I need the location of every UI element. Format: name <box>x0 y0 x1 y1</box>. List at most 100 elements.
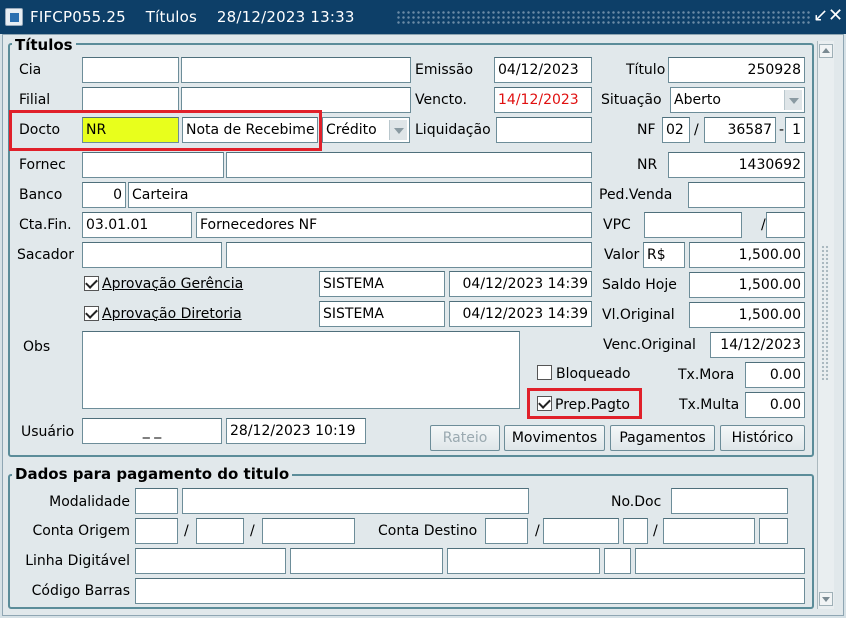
scroll-down-icon[interactable] <box>819 592 833 606</box>
vl-original-field: 1,500.00 <box>689 302 805 328</box>
prep-pagto-label[interactable]: Prep.Pagto <box>555 395 630 415</box>
cta-fin-code-field[interactable]: 03.01.01 <box>82 212 192 238</box>
vl-original-label: Vl.Original <box>602 307 675 323</box>
aprov-diretoria-checkbox[interactable] <box>84 306 99 321</box>
situacao-value: Aberto <box>674 92 721 108</box>
vpc-label: VPC <box>603 217 631 233</box>
docto-type-select[interactable]: Crédito <box>322 117 410 143</box>
docto-code-field[interactable]: NR <box>82 117 179 143</box>
ped-venda-field[interactable] <box>688 182 805 208</box>
banco-label: Banco <box>19 187 63 203</box>
nr-field[interactable]: 1430692 <box>668 152 805 178</box>
window-datetime: 28/12/2023 13:33 <box>216 8 355 26</box>
cta-fin-name-field: Fornecedores NF <box>196 212 592 238</box>
conta-destino-conta-field[interactable] <box>663 518 755 544</box>
aprov-diretoria-user: SISTEMA <box>319 301 445 327</box>
linha-digitavel-field-5[interactable] <box>635 548 805 574</box>
fornec-code-field[interactable] <box>82 152 224 178</box>
sacador-code-field[interactable] <box>82 242 222 268</box>
minimize-icon[interactable]: ↙ <box>813 6 828 26</box>
scroll-up-icon[interactable] <box>819 44 833 58</box>
module-name: Títulos <box>145 8 198 26</box>
linha-digitavel-field-4[interactable] <box>604 548 631 574</box>
chevron-down-icon[interactable] <box>389 120 407 140</box>
linha-digitavel-field-1[interactable] <box>135 548 286 574</box>
sacador-name-field[interactable] <box>226 242 592 268</box>
usuario-label: Usuário <box>21 424 75 440</box>
conta-origem-agencia-field[interactable] <box>196 518 244 544</box>
fornec-name-field[interactable] <box>226 152 592 178</box>
no-doc-field[interactable] <box>671 488 788 514</box>
liquidacao-field[interactable] <box>496 117 592 143</box>
resize-grip[interactable] <box>821 245 829 380</box>
conta-destino-conta-dv-field[interactable] <box>759 518 788 544</box>
nf-numero-field[interactable]: 36587 <box>704 117 776 143</box>
saldo-hoje-field: 1,500.00 <box>689 272 805 298</box>
titulo-field[interactable]: 250928 <box>668 57 805 83</box>
valor-field[interactable]: 1,500.00 <box>689 242 805 268</box>
window-titlebar: FIFCP055.25 Títulos 28/12/2023 13:33 ↙ ✕ <box>0 0 846 34</box>
nf-parcela-field[interactable]: 1 <box>785 117 805 143</box>
modalidade-desc-field <box>182 488 529 514</box>
bloqueado-label[interactable]: Bloqueado <box>556 364 630 384</box>
linha-digitavel-field-3[interactable] <box>447 548 600 574</box>
cta-fin-label: Cta.Fin. <box>19 217 72 233</box>
titulos-group-label: Títulos <box>12 37 76 53</box>
aprov-diretoria-date: 04/12/2023 14:39 <box>449 301 592 327</box>
banco-code-field[interactable]: 0 <box>82 182 126 208</box>
linha-digitavel-label: Linha Digitável <box>25 553 130 569</box>
conta-destino-label: Conta Destino <box>378 523 478 539</box>
rateio-button[interactable]: Rateio <box>430 425 500 451</box>
conta-destino-agencia-dv-field[interactable] <box>623 518 648 544</box>
prep-pagto-checkbox[interactable] <box>537 396 552 411</box>
valor-currency-field: R$ <box>643 242 685 268</box>
filial-name-field[interactable] <box>181 87 411 113</box>
cia-name-field[interactable] <box>181 57 411 83</box>
vpc-field-2[interactable] <box>766 212 805 238</box>
nf-label: NF <box>637 122 656 138</box>
movimentos-button[interactable]: Movimentos <box>504 425 605 451</box>
aprov-diretoria-label[interactable]: Aprovação Diretoria <box>102 304 242 324</box>
titulo-label: Título <box>626 62 666 78</box>
aprov-gerencia-checkbox[interactable] <box>84 276 99 291</box>
aprov-gerencia-date: 04/12/2023 14:39 <box>449 271 592 297</box>
tx-mora-label: Tx.Mora <box>678 367 735 383</box>
codigo-barras-label: Código Barras <box>31 583 130 599</box>
vencto-field[interactable]: 14/12/2023 <box>494 87 592 113</box>
filial-label: Filial <box>19 92 51 108</box>
app-icon <box>5 8 23 26</box>
bloqueado-checkbox[interactable] <box>537 365 552 380</box>
situacao-select[interactable]: Aberto <box>670 87 805 113</box>
conta-origem-banco-field[interactable] <box>135 518 178 544</box>
conta-destino-agencia-field[interactable] <box>543 518 619 544</box>
cia-code-field[interactable] <box>82 57 179 83</box>
form-code: FIFCP055.25 <box>30 8 126 26</box>
ped-venda-label: Ped.Venda <box>599 187 673 203</box>
docto-desc-field: Nota de Recebime <box>182 117 318 143</box>
vpc-field-1[interactable] <box>644 212 742 238</box>
filial-code-field[interactable] <box>82 87 179 113</box>
tx-mora-field[interactable]: 0.00 <box>745 362 805 388</box>
modalidade-code-field[interactable] <box>135 488 178 514</box>
nf-serie-field[interactable]: 02 <box>662 117 690 143</box>
emissao-field[interactable]: 04/12/2023 <box>494 57 592 83</box>
codigo-barras-field[interactable] <box>135 578 805 604</box>
linha-digitavel-field-2[interactable] <box>290 548 443 574</box>
conta-destino-banco-field[interactable] <box>485 518 528 544</box>
aprov-gerencia-label[interactable]: Aprovação Gerência <box>102 274 243 294</box>
conta-destino-sep-2: / <box>653 523 658 539</box>
titlebar-pattern <box>396 10 810 24</box>
obs-textarea[interactable] <box>82 331 520 409</box>
chevron-down-icon[interactable] <box>784 90 802 110</box>
sacador-label: Sacador <box>17 247 74 263</box>
tx-multa-field[interactable]: 0.00 <box>745 392 805 418</box>
historico-button[interactable]: Histórico <box>720 425 805 451</box>
conta-origem-conta-field[interactable] <box>262 518 355 544</box>
banco-name-field: Carteira <box>128 182 592 208</box>
close-icon[interactable]: ✕ <box>828 6 843 26</box>
modalidade-label: Modalidade <box>49 494 130 510</box>
usuario-date-field: 28/12/2023 10:19 <box>226 418 366 444</box>
nf-separator-1: / <box>694 122 699 138</box>
pagamentos-button[interactable]: Pagamentos <box>610 425 715 451</box>
vencto-label: Vencto. <box>415 92 467 108</box>
